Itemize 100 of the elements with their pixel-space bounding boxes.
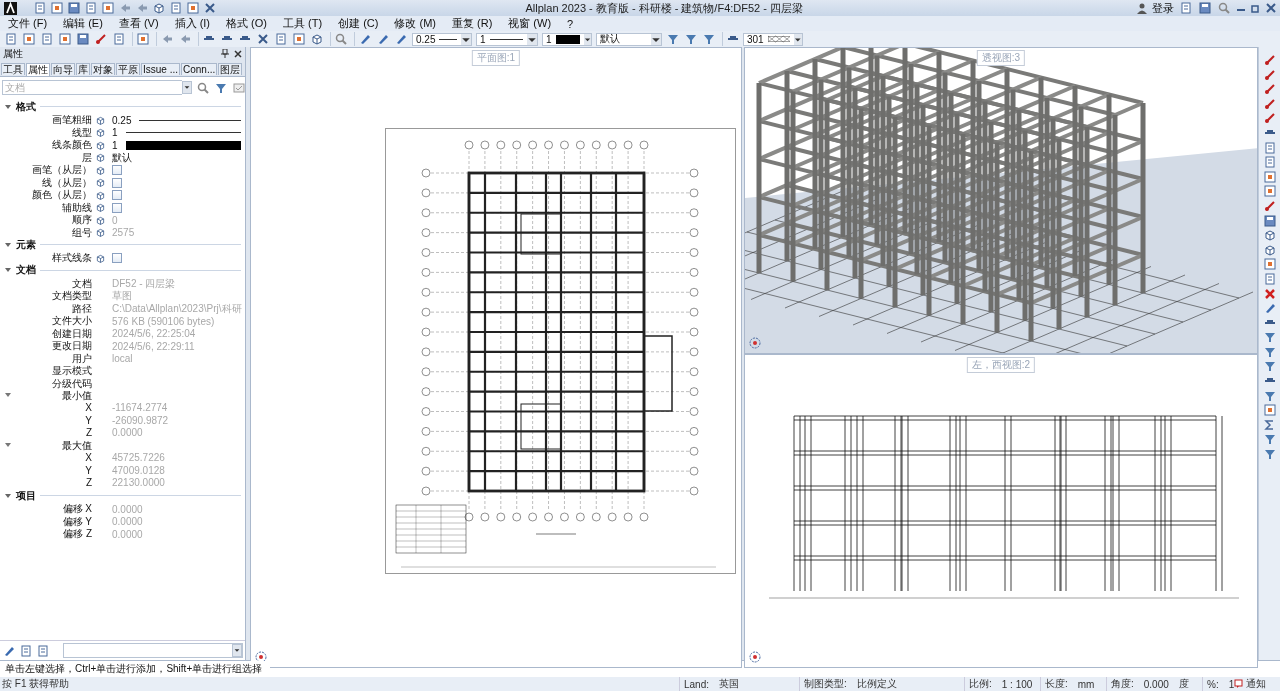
toolbar-icon[interactable]: [58, 32, 72, 46]
expand-caret-icon[interactable]: [4, 102, 12, 111]
status-value[interactable]: mm: [1077, 678, 1095, 690]
status-value[interactable]: 比例定义: [856, 677, 897, 691]
toolbar-icon[interactable]: [1262, 53, 1277, 67]
property-value[interactable]: 1: [112, 139, 118, 151]
navigation-icon[interactable]: [749, 651, 761, 663]
toolbar-icon[interactable]: [94, 32, 108, 46]
list-icon[interactable]: [1179, 1, 1193, 15]
hatch-dropdown[interactable]: 301: [743, 32, 803, 46]
property-value[interactable]: 1: [112, 127, 118, 138]
property-value[interactable]: 默认: [112, 150, 132, 165]
pen-thickness-dropdown[interactable]: 0.25: [412, 32, 472, 46]
toolbar-icon[interactable]: [1262, 96, 1277, 111]
toolbar-icon[interactable]: [1262, 432, 1277, 447]
quick-access-icon[interactable]: [152, 1, 166, 15]
menu-item[interactable]: 插入 (I): [174, 16, 227, 31]
toolbar-icon[interactable]: [1262, 447, 1277, 462]
property-value[interactable]: 0.25: [112, 114, 132, 126]
logo-icon[interactable]: [4, 1, 17, 15]
menu-item[interactable]: 格式 (O): [226, 16, 283, 31]
status-value[interactable]: 1 : 100: [1001, 678, 1033, 690]
panel-tab[interactable]: 对象: [91, 63, 115, 75]
expand-caret-icon[interactable]: [4, 266, 12, 274]
close-icon[interactable]: [234, 49, 242, 58]
quick-access-icon[interactable]: [50, 1, 64, 15]
line-color-dropdown[interactable]: 1: [542, 32, 592, 46]
expand-caret-icon[interactable]: [4, 491, 12, 500]
menu-item[interactable]: ?: [567, 17, 590, 30]
filter-field[interactable]: 文档: [2, 80, 182, 95]
toolbar-icon[interactable]: [1262, 184, 1277, 199]
expand-caret-icon[interactable]: [4, 441, 12, 449]
checkbox[interactable]: [112, 253, 122, 263]
notification-icon[interactable]: [1234, 679, 1243, 689]
toolbar-icon[interactable]: [256, 32, 270, 46]
menu-item[interactable]: 视窗 (W): [508, 16, 568, 31]
checkbox[interactable]: [112, 202, 122, 213]
property-value: local: [112, 353, 133, 364]
checkbox[interactable]: [112, 190, 122, 200]
toolbar-icon[interactable]: [1262, 82, 1277, 97]
property-label: 路径: [72, 301, 92, 315]
toolbar-icon[interactable]: [1262, 330, 1277, 345]
toolbar-icon[interactable]: [136, 32, 150, 46]
quick-access-icon[interactable]: [33, 1, 47, 15]
quick-access-icon[interactable]: [169, 1, 183, 15]
property-label: 文件大小: [52, 314, 92, 328]
panel-tab[interactable]: 平原: [116, 63, 140, 75]
panel-tab[interactable]: 库: [76, 63, 90, 75]
toolbar-icon[interactable]: [1262, 359, 1277, 374]
checkbox[interactable]: [112, 177, 122, 188]
quick-access-icon[interactable]: [203, 1, 217, 15]
expand-caret-icon[interactable]: [4, 391, 12, 399]
toolbar-icon[interactable]: [22, 32, 36, 46]
status-value[interactable]: 0.000: [1143, 678, 1169, 690]
toolbar-icon[interactable]: [310, 32, 324, 46]
user-icon[interactable]: [1137, 2, 1147, 14]
pin-icon[interactable]: [221, 49, 229, 58]
menu-item[interactable]: 创建 (C): [338, 16, 395, 31]
layer-dropdown[interactable]: 默认: [596, 32, 662, 46]
toolbar-icon[interactable]: [1262, 286, 1277, 301]
property-value: -26090.9872: [112, 414, 169, 426]
panel-tab[interactable]: 工具: [1, 63, 25, 75]
status-value[interactable]: 英国: [719, 677, 740, 691]
navigation-icon[interactable]: [749, 337, 761, 349]
search-icon[interactable]: [196, 80, 210, 95]
menu-item[interactable]: 文件 (F): [8, 16, 64, 31]
menu-item[interactable]: 编辑 (E): [63, 16, 119, 31]
toolbar-icon[interactable]: [232, 80, 245, 95]
toolbar-icon[interactable]: [1262, 228, 1277, 243]
menu-item[interactable]: 工具 (T): [283, 16, 339, 31]
status-value[interactable]: 1: [1228, 678, 1235, 690]
close-icon[interactable]: [1266, 3, 1276, 13]
panel-tab[interactable]: 属性: [26, 63, 50, 76]
navigation-icon[interactable]: [255, 651, 267, 663]
quick-access-icon[interactable]: [101, 1, 115, 15]
restore-icon[interactable]: [1251, 3, 1261, 13]
quick-access-icon[interactable]: [67, 1, 81, 15]
toolbar-icon[interactable]: [1262, 213, 1277, 228]
panel-tab[interactable]: Conn...: [181, 63, 218, 75]
toolbar-icon[interactable]: [334, 32, 348, 46]
toolbar-icon[interactable]: [1262, 169, 1277, 184]
login-link[interactable]: 登录: [1152, 0, 1174, 16]
menu-item[interactable]: 查看 (V): [118, 16, 175, 31]
toolbar-icon[interactable]: [1262, 67, 1277, 82]
toolbar-icon[interactable]: [292, 32, 306, 46]
checkbox[interactable]: [112, 165, 122, 175]
menu-item[interactable]: 修改 (M): [394, 16, 452, 31]
panel-tab[interactable]: Issue ...: [141, 63, 180, 75]
panel-tab[interactable]: 图层: [218, 63, 243, 75]
quick-access-icon[interactable]: [84, 1, 98, 15]
toolbar-icon[interactable]: [1262, 403, 1277, 418]
menu-item[interactable]: 重复 (R): [451, 16, 509, 31]
quick-access-icon[interactable]: [186, 1, 200, 15]
toolbar-icon[interactable]: [1262, 198, 1277, 213]
notification-link[interactable]: 通知: [1246, 677, 1266, 691]
toolbar-icon[interactable]: [1262, 111, 1277, 126]
line-type-dropdown[interactable]: 1: [476, 32, 538, 46]
panel-tab[interactable]: 向导: [51, 63, 75, 75]
expand-caret-icon[interactable]: [4, 240, 12, 249]
toolbar-icon[interactable]: [76, 32, 90, 46]
